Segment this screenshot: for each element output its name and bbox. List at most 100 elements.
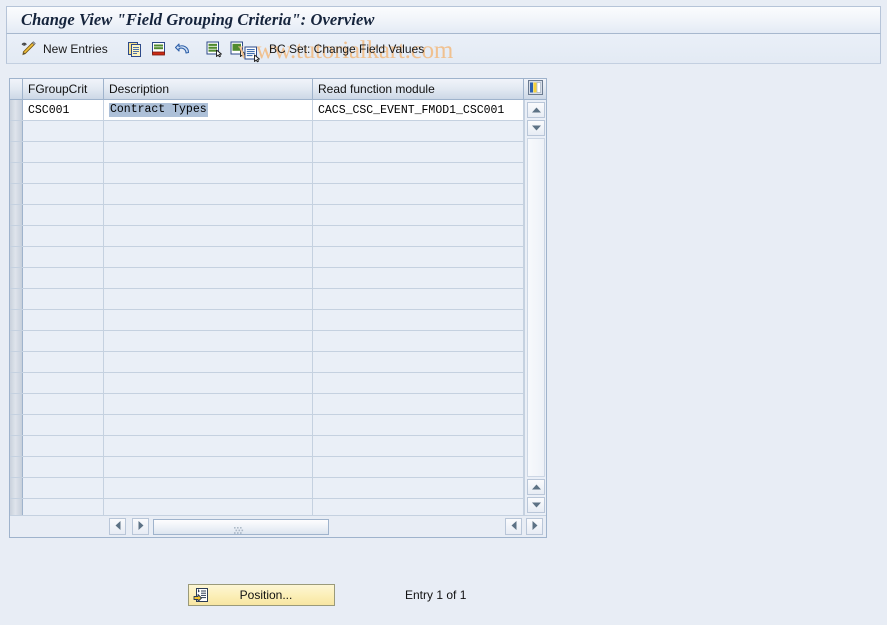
cell-readfm[interactable] — [313, 205, 524, 225]
cell-readfm[interactable] — [313, 247, 524, 267]
bc-set-icon[interactable] — [243, 45, 261, 66]
table-row[interactable] — [10, 184, 546, 205]
table-row[interactable] — [10, 478, 546, 499]
table-row[interactable] — [10, 247, 546, 268]
row-select-button[interactable] — [10, 121, 23, 141]
cell-description[interactable] — [104, 457, 313, 477]
cell-readfm[interactable] — [313, 394, 524, 414]
cell-fgroupcrit[interactable] — [23, 310, 104, 330]
row-select-button[interactable] — [10, 310, 23, 330]
cell-readfm[interactable] — [313, 226, 524, 246]
scroll-right-button-2[interactable] — [526, 518, 543, 535]
cell-description[interactable] — [104, 331, 313, 351]
cell-readfm[interactable]: CACS_CSC_EVENT_FMOD1_CSC001 — [313, 100, 524, 120]
row-select-button[interactable] — [10, 184, 23, 204]
row-select-button[interactable] — [10, 415, 23, 435]
cell-readfm[interactable] — [313, 331, 524, 351]
table-row[interactable] — [10, 457, 546, 478]
table-row[interactable] — [10, 121, 546, 142]
cell-description[interactable] — [104, 478, 313, 498]
cell-fgroupcrit[interactable] — [23, 478, 104, 498]
cell-fgroupcrit[interactable] — [23, 373, 104, 393]
cell-fgroupcrit[interactable] — [23, 163, 104, 183]
cell-readfm[interactable] — [313, 457, 524, 477]
cell-readfm[interactable] — [313, 415, 524, 435]
row-select-button[interactable] — [10, 100, 23, 120]
cell-fgroupcrit[interactable] — [23, 457, 104, 477]
cell-fgroupcrit[interactable] — [23, 415, 104, 435]
table-row[interactable] — [10, 142, 546, 163]
cell-fgroupcrit[interactable] — [23, 436, 104, 456]
row-select-button[interactable] — [10, 352, 23, 372]
table-row[interactable] — [10, 205, 546, 226]
horizontal-scrollbar[interactable] — [10, 515, 546, 537]
scroll-right-button[interactable] — [132, 518, 149, 535]
table-row[interactable] — [10, 226, 546, 247]
row-select-button[interactable] — [10, 205, 23, 225]
vertical-scroll-track[interactable] — [527, 138, 545, 477]
cell-fgroupcrit[interactable] — [23, 352, 104, 372]
table-row[interactable] — [10, 268, 546, 289]
cell-description[interactable] — [104, 289, 313, 309]
cell-description[interactable]: Contract Types — [104, 100, 313, 120]
cell-description[interactable] — [104, 121, 313, 141]
row-select-button[interactable] — [10, 478, 23, 498]
cell-readfm[interactable] — [313, 436, 524, 456]
row-select-button[interactable] — [10, 373, 23, 393]
column-header-readfm[interactable]: Read function module — [313, 79, 524, 99]
table-row[interactable] — [10, 331, 546, 352]
scroll-left-button-2[interactable] — [505, 518, 522, 535]
cell-fgroupcrit[interactable]: CSC001 — [23, 100, 104, 120]
cell-description[interactable] — [104, 373, 313, 393]
row-select-button[interactable] — [10, 457, 23, 477]
cell-readfm[interactable] — [313, 121, 524, 141]
cell-description[interactable] — [104, 184, 313, 204]
cell-readfm[interactable] — [313, 373, 524, 393]
cell-readfm[interactable] — [313, 289, 524, 309]
column-settings-button[interactable] — [524, 79, 546, 99]
row-select-button[interactable] — [10, 268, 23, 288]
cell-description[interactable] — [104, 394, 313, 414]
scroll-down-button[interactable] — [527, 120, 545, 136]
column-header-fgroupcrit[interactable]: FGroupCrit — [23, 79, 104, 99]
cell-fgroupcrit[interactable] — [23, 289, 104, 309]
cell-fgroupcrit[interactable] — [23, 205, 104, 225]
cell-readfm[interactable] — [313, 352, 524, 372]
cell-description[interactable] — [104, 268, 313, 288]
row-select-button[interactable] — [10, 331, 23, 351]
row-select-button[interactable] — [10, 436, 23, 456]
undo-button[interactable] — [171, 37, 195, 61]
table-row[interactable] — [10, 352, 546, 373]
table-row[interactable] — [10, 163, 546, 184]
cell-description[interactable] — [104, 205, 313, 225]
cell-readfm[interactable] — [313, 163, 524, 183]
cell-fgroupcrit[interactable] — [23, 247, 104, 267]
position-button[interactable]: Position... — [188, 584, 335, 606]
table-row[interactable] — [10, 289, 546, 310]
cell-readfm[interactable] — [313, 142, 524, 162]
scroll-up-button[interactable] — [527, 102, 545, 118]
cell-fgroupcrit[interactable] — [23, 331, 104, 351]
horizontal-scroll-thumb[interactable] — [153, 518, 329, 535]
cell-fgroupcrit[interactable] — [23, 121, 104, 141]
cell-fgroupcrit[interactable] — [23, 268, 104, 288]
cell-fgroupcrit[interactable] — [23, 394, 104, 414]
cell-fgroupcrit[interactable] — [23, 184, 104, 204]
scroll-down-button-bottom[interactable] — [527, 497, 545, 513]
cell-description[interactable] — [104, 142, 313, 162]
row-select-button[interactable] — [10, 247, 23, 267]
cell-description[interactable] — [104, 226, 313, 246]
delete-button[interactable] — [147, 37, 171, 61]
new-entries-button[interactable]: New Entries — [17, 37, 116, 61]
vertical-scrollbar[interactable] — [524, 100, 546, 515]
table-row[interactable] — [10, 436, 546, 457]
cell-description[interactable] — [104, 436, 313, 456]
table-row[interactable]: CSC001 Contract Types CACS_CSC_EVENT_FMOD1… — [10, 100, 546, 121]
cell-readfm[interactable] — [313, 184, 524, 204]
cell-description[interactable] — [104, 247, 313, 267]
table-row[interactable] — [10, 394, 546, 415]
row-select-button[interactable] — [10, 142, 23, 162]
row-select-button[interactable] — [10, 394, 23, 414]
cell-description[interactable] — [104, 352, 313, 372]
copy-button[interactable] — [123, 37, 147, 61]
